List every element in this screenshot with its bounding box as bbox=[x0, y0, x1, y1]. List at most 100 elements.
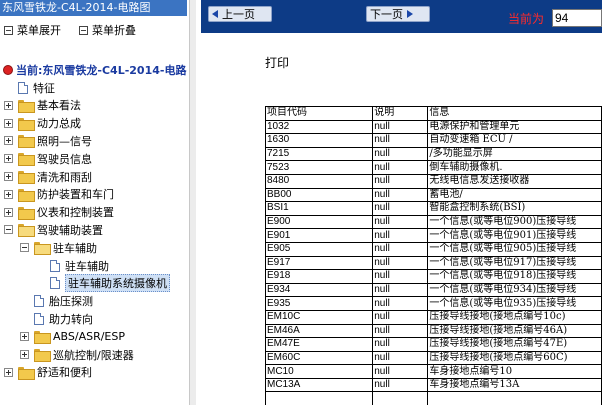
table-row: E934 null 一个信息(或等电位934)压接导线 bbox=[264, 282, 602, 298]
table-cell: null bbox=[372, 146, 429, 162]
table-cell: 智能盒控制系统(BSI) bbox=[427, 201, 602, 216]
tree-item-label: 驾驶辅助装置 bbox=[37, 223, 103, 237]
table-cell: null bbox=[372, 296, 429, 311]
table-cell bbox=[264, 391, 374, 405]
tree-item[interactable]: 清洗和雨刮 bbox=[4, 168, 92, 185]
table-cell: EM47E bbox=[264, 337, 374, 352]
expand-icon[interactable] bbox=[20, 332, 29, 342]
table-row: MC13A null 车身接地点编号13A bbox=[264, 377, 602, 393]
table-cell: null bbox=[372, 160, 429, 175]
tree-item[interactable]: 胎压探测 bbox=[20, 293, 93, 310]
expand-icon[interactable] bbox=[20, 350, 29, 359]
table-cell: 7523 bbox=[264, 160, 374, 175]
tree-item-label: 舒适和便利 bbox=[37, 366, 92, 380]
prev-page-button[interactable]: 上一页 bbox=[208, 6, 272, 22]
expand-icon[interactable] bbox=[4, 367, 13, 377]
table-row: EM46A null 压接导线接地(接地点编号46A) bbox=[264, 323, 602, 339]
expand-icon[interactable] bbox=[4, 100, 13, 110]
tree-item-label: 照明—信号 bbox=[37, 134, 92, 148]
table-cell: MC13A bbox=[264, 377, 374, 393]
tree-item[interactable]: 驻车辅助 bbox=[36, 257, 109, 274]
table-header-cell: 说明 bbox=[372, 106, 429, 121]
folder-icon bbox=[18, 171, 35, 184]
table-cell: null bbox=[372, 282, 429, 298]
tree-item-label: 基本看法 bbox=[37, 99, 81, 113]
expand-icon[interactable] bbox=[4, 189, 13, 199]
table-cell: 一个信息(或等电位934)压接导线 bbox=[427, 282, 602, 298]
table-row: BSI1 null 智能盒控制系统(BSI) bbox=[264, 201, 602, 216]
collapse-icon[interactable] bbox=[4, 225, 13, 235]
document-icon bbox=[34, 295, 44, 308]
table-cell: 电源保护和管理单元 bbox=[427, 119, 602, 135]
expand-icon[interactable] bbox=[4, 172, 13, 181]
folder-icon bbox=[18, 117, 35, 131]
expand-icon[interactable] bbox=[4, 118, 13, 128]
folder-icon bbox=[18, 188, 35, 202]
table-cell: 一个信息(或等电位935)压接导线 bbox=[427, 296, 602, 311]
page-number-input[interactable] bbox=[552, 9, 602, 27]
prev-page-label: 上一页 bbox=[222, 8, 255, 21]
table-cell: null bbox=[372, 241, 429, 257]
document-pane: 上一页 下一页 当前为 打印 项目代码说明信息1032null电源保护和管理单元… bbox=[201, 0, 602, 405]
table-cell: null bbox=[372, 255, 429, 271]
tree-item[interactable]: 驾驶辅助装置 bbox=[4, 221, 103, 238]
table-cell: 倒车辅助摄像机. bbox=[427, 160, 602, 175]
tree-item[interactable]: 动力总成 bbox=[4, 115, 81, 132]
table-header: 项目代码 说明 信息 bbox=[264, 106, 602, 121]
folder-open-icon bbox=[18, 224, 35, 238]
tree-item-label: 驻车辅助 bbox=[65, 259, 109, 273]
tree-item[interactable]: ABS/ASR/ESP bbox=[20, 328, 125, 345]
tree-item[interactable]: 巡航控制/限速器 bbox=[20, 346, 134, 363]
tree-item[interactable]: 仪表和控制装置 bbox=[4, 204, 114, 221]
expand-icon[interactable] bbox=[4, 207, 13, 217]
tree-item[interactable]: 防护装置和车门 bbox=[4, 186, 114, 203]
next-page-button[interactable]: 下一页 bbox=[366, 6, 430, 22]
menu-expand-button[interactable]: 菜单展开 bbox=[0, 22, 61, 38]
tree-item-label: 防护装置和车门 bbox=[37, 188, 114, 202]
tree-item-label: 驻车辅助系统摄像机 bbox=[65, 274, 170, 293]
pane-splitter[interactable] bbox=[189, 0, 196, 405]
table-cell: BB00 bbox=[264, 187, 374, 203]
table-cell: E935 bbox=[264, 296, 374, 311]
table-cell: 压接导线接地(接地点编号60C) bbox=[427, 350, 602, 366]
tree-item[interactable]: 驻车辅助系统摄像机 bbox=[36, 274, 170, 293]
table-cell: EM46A bbox=[264, 323, 374, 339]
table-cell: null bbox=[372, 187, 429, 203]
next-page-label: 下一页 bbox=[370, 8, 403, 21]
folder-icon bbox=[18, 153, 35, 167]
tree-item[interactable]: 舒适和便利 bbox=[4, 364, 92, 381]
folder-icon bbox=[18, 206, 35, 220]
table-cell bbox=[372, 391, 429, 405]
table-cell: null bbox=[372, 364, 429, 379]
tree-item[interactable]: 驾驶员信息 bbox=[4, 150, 92, 167]
table-cell: /多功能显示屏 bbox=[427, 146, 602, 162]
collapse-icon[interactable] bbox=[20, 243, 29, 253]
document-body: 打印 项目代码 说明 信息 1032 null 电源保护和管理单元 1630 null 自动变速… bbox=[201, 33, 602, 405]
tree-item[interactable]: 基本看法 bbox=[4, 97, 81, 114]
current-page-label: 当前为 bbox=[508, 12, 545, 26]
document-icon bbox=[18, 81, 28, 94]
menu-collapse-button[interactable]: 菜单折叠 bbox=[75, 22, 136, 38]
tree-item[interactable]: 特征 bbox=[4, 79, 55, 96]
tree-item[interactable]: 助力转向 bbox=[20, 310, 93, 327]
table-header-cell: 项目代码 bbox=[264, 106, 374, 121]
table-cell: null bbox=[372, 377, 429, 393]
table-row: BB00 null 蓄电池/ bbox=[264, 187, 602, 203]
table-row: E900 null 一个信息(或等电位900)压接导线 bbox=[264, 214, 602, 230]
table-cell: null bbox=[372, 323, 429, 339]
expand-icon[interactable] bbox=[4, 136, 13, 146]
table-cell: 8480 bbox=[264, 173, 374, 189]
expand-icon[interactable] bbox=[4, 154, 13, 164]
print-title: 打印 bbox=[265, 56, 290, 70]
table-cell: null bbox=[372, 269, 429, 284]
table-cell: null bbox=[372, 228, 429, 243]
tree-item[interactable]: 照明—信号 bbox=[4, 132, 92, 149]
table-cell: null bbox=[372, 309, 429, 325]
tree-item-label: 仪表和控制装置 bbox=[37, 206, 114, 220]
tree-item[interactable]: 驻车辅助 bbox=[20, 239, 97, 256]
table-cell: null bbox=[372, 214, 429, 230]
document-icon bbox=[34, 312, 44, 325]
table-cell: E934 bbox=[264, 282, 374, 298]
table-cell: 一个信息(或等电位901)压接导线 bbox=[427, 228, 602, 243]
table-cell: 车身接地点编号13A bbox=[427, 377, 602, 393]
